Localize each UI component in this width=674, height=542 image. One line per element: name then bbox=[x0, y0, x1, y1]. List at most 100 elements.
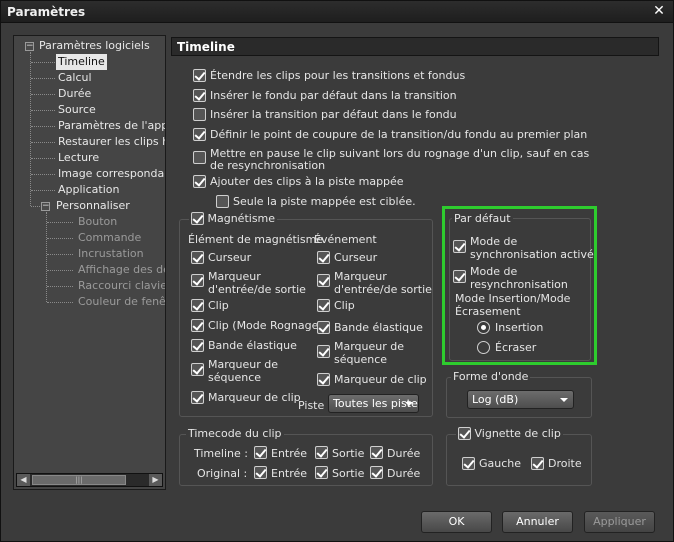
mag-in-out-checkbox[interactable] bbox=[191, 274, 204, 287]
default-group-title: Par défaut bbox=[452, 212, 513, 225]
collapse-icon[interactable]: − bbox=[41, 202, 50, 211]
tree-item-display-details[interactable]: Affichage des déta bbox=[78, 262, 165, 278]
tree-item-device-settings[interactable]: Paramètres de l'appar bbox=[58, 118, 165, 134]
mag-seq-marker-checkbox[interactable] bbox=[191, 363, 204, 376]
insertion-radio[interactable] bbox=[477, 321, 490, 334]
insert-transition-checkbox[interactable] bbox=[193, 108, 206, 121]
evt-seq-marker-label: Marqueur de bbox=[334, 340, 405, 353]
track-label: Piste bbox=[298, 399, 325, 412]
tree-item-restore-clips[interactable]: Restaurer les clips hor bbox=[58, 134, 165, 150]
mag-seq-marker-label-2: séquence bbox=[208, 371, 262, 384]
cancel-button[interactable]: Annuler bbox=[502, 511, 573, 533]
extend-clips-label: Étendre les clips pour les transitions e… bbox=[210, 69, 466, 82]
extend-clips-checkbox[interactable] bbox=[193, 69, 206, 82]
scroll-left-icon[interactable]: ◀ bbox=[17, 474, 30, 486]
evt-cursor-checkbox[interactable] bbox=[317, 251, 330, 264]
evt-rubber-band-checkbox[interactable] bbox=[317, 321, 330, 334]
waveform-group-title: Forme d'onde bbox=[451, 370, 531, 383]
sync-mode-checkbox[interactable] bbox=[453, 240, 466, 253]
timeline-duration-checkbox[interactable] bbox=[370, 446, 383, 459]
settings-dialog: Paramètres ✕ − Paramètres logiciels Time… bbox=[0, 0, 674, 542]
magnetism-col1-header: Élément de magnétisme bbox=[188, 233, 324, 246]
apply-button[interactable]: Appliquer bbox=[584, 511, 655, 533]
timeline-out-checkbox[interactable] bbox=[315, 446, 328, 459]
timeline-out-label: Sortie bbox=[332, 447, 365, 460]
evt-clip-marker-checkbox[interactable] bbox=[317, 373, 330, 386]
waveform-select[interactable]: Log (dB) bbox=[467, 390, 574, 409]
pause-next-clip-checkbox[interactable] bbox=[193, 151, 206, 164]
evt-cursor-label: Curseur bbox=[334, 251, 378, 264]
tree-root[interactable]: Paramètres logiciels bbox=[39, 38, 150, 54]
magnetism-checkbox[interactable] bbox=[191, 211, 204, 225]
evt-in-out-checkbox[interactable] bbox=[317, 274, 330, 287]
track-select[interactable]: Toutes les piste bbox=[328, 394, 419, 413]
original-in-checkbox[interactable] bbox=[254, 466, 267, 479]
thumbnail-left-checkbox[interactable] bbox=[462, 457, 475, 470]
insert-fade-checkbox[interactable] bbox=[193, 89, 206, 102]
sync-mode-label: Mode de bbox=[470, 235, 518, 248]
mag-clip-marker-checkbox[interactable] bbox=[191, 391, 204, 404]
tree-item-timeline[interactable]: Timeline bbox=[56, 54, 107, 70]
cut-point-checkbox[interactable] bbox=[193, 128, 206, 141]
timecode-timeline-label: Timeline : bbox=[194, 447, 248, 460]
pause-next-clip-label-2: de resynchronisation bbox=[210, 159, 326, 172]
tree-item-personalize[interactable]: Personnaliser bbox=[56, 198, 130, 214]
scroll-thumb[interactable]: ||| bbox=[32, 475, 126, 485]
evt-rubber-band-label: Bande élastique bbox=[334, 321, 423, 334]
timeline-in-label: Entrée bbox=[271, 447, 308, 460]
tree-item-matching-frame[interactable]: Image correspondante bbox=[58, 166, 165, 182]
chevron-down-icon bbox=[560, 398, 568, 402]
tree-item-incrustation[interactable]: Incrustation bbox=[78, 246, 144, 262]
tree-item-commande[interactable]: Commande bbox=[78, 230, 141, 246]
original-duration-checkbox[interactable] bbox=[370, 466, 383, 479]
scroll-right-icon[interactable]: ▶ bbox=[149, 474, 162, 486]
magnetism-group-title: Magnétisme bbox=[189, 211, 278, 226]
thumbnail-right-checkbox[interactable] bbox=[531, 457, 544, 470]
timeline-in-checkbox[interactable] bbox=[254, 446, 267, 459]
timeline-duration-label: Durée bbox=[387, 447, 421, 460]
collapse-icon[interactable]: − bbox=[25, 42, 34, 51]
insert-fade-label: Insérer le fondu par défaut dans la tran… bbox=[210, 89, 457, 102]
evt-clip-checkbox[interactable] bbox=[317, 299, 330, 312]
tree-item-duree[interactable]: Durée bbox=[58, 86, 91, 102]
titlebar: Paramètres ✕ bbox=[1, 1, 673, 23]
close-icon[interactable]: ✕ bbox=[651, 3, 667, 19]
tree-item-lecture[interactable]: Lecture bbox=[58, 150, 99, 166]
resync-mode-label: Mode de bbox=[470, 265, 518, 278]
resync-mode-label-2: resynchronisation bbox=[470, 278, 568, 291]
tree-item-keyboard-shortcut[interactable]: Raccourci clavier bbox=[78, 278, 165, 294]
thumbnail-checkbox[interactable] bbox=[458, 426, 471, 440]
tree-item-source[interactable]: Source bbox=[58, 102, 96, 118]
settings-tree: − Paramètres logiciels Timeline Calcul D… bbox=[13, 35, 166, 490]
thumbnail-group-title: Vignette de clip bbox=[456, 426, 563, 441]
mag-seq-marker-label: Marqueur de bbox=[208, 358, 279, 371]
overwrite-radio[interactable] bbox=[477, 341, 490, 354]
ok-button[interactable]: OK bbox=[421, 511, 492, 533]
magnetism-col2-header: Événement bbox=[314, 233, 377, 246]
magnetism-title-label: Magnétisme bbox=[207, 212, 276, 225]
tree-item-calcul[interactable]: Calcul bbox=[58, 70, 92, 86]
original-duration-label: Durée bbox=[387, 467, 421, 480]
mag-in-out-label: Marqueur bbox=[208, 270, 261, 283]
mag-rubber-band-checkbox[interactable] bbox=[191, 339, 204, 352]
tree-item-application[interactable]: Application bbox=[58, 182, 119, 198]
evt-seq-marker-checkbox[interactable] bbox=[317, 345, 330, 358]
mag-rubber-band-label: Bande élastique bbox=[208, 339, 297, 352]
mag-in-out-label-2: d'entrée/de sortie bbox=[208, 283, 306, 296]
evt-clip-marker-label: Marqueur de clip bbox=[334, 373, 427, 386]
tree-item-bouton[interactable]: Bouton bbox=[78, 214, 117, 230]
original-out-label: Sortie bbox=[332, 467, 365, 480]
original-out-checkbox[interactable] bbox=[315, 466, 328, 479]
insert-transition-label: Insérer la transition par défaut dans le… bbox=[210, 108, 457, 121]
evt-in-out-label: Marqueur bbox=[334, 270, 387, 283]
only-mapped-track-checkbox[interactable] bbox=[216, 195, 229, 208]
mag-clip-trim-checkbox[interactable] bbox=[191, 319, 204, 332]
cut-point-label: Définir le point de coupure de la transi… bbox=[210, 128, 588, 141]
add-to-mapped-track-checkbox[interactable] bbox=[193, 175, 206, 188]
tree-item-window-color[interactable]: Couleur de fenêtre bbox=[78, 294, 165, 310]
thumbnail-title-label: Vignette de clip bbox=[474, 427, 561, 440]
mag-cursor-checkbox[interactable] bbox=[191, 251, 204, 264]
resync-mode-checkbox[interactable] bbox=[453, 270, 466, 283]
tree-horizontal-scrollbar[interactable]: ◀ ||| ▶ bbox=[16, 473, 163, 487]
mag-clip-checkbox[interactable] bbox=[191, 299, 204, 312]
